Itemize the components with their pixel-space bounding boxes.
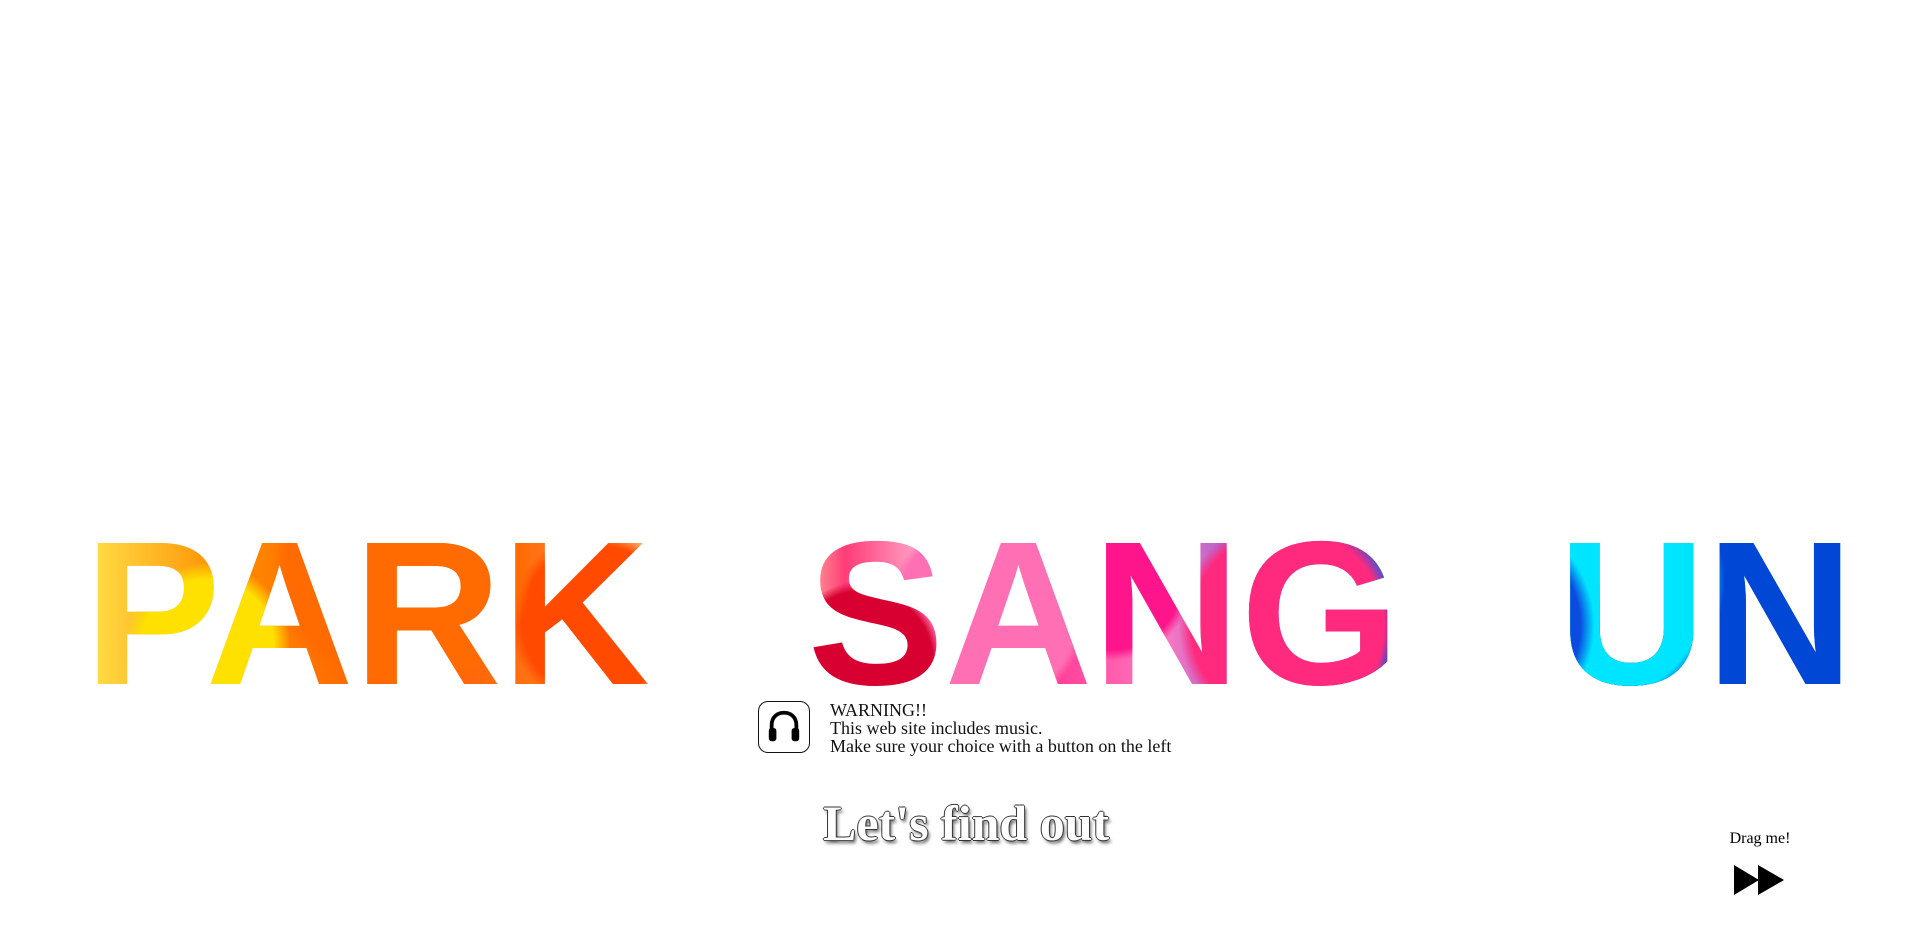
hero-title: PARK SANG UN bbox=[84, 533, 1854, 694]
hero-word-sang: SANG bbox=[807, 498, 1400, 728]
hero-word-un: UN bbox=[1557, 498, 1854, 728]
music-toggle-button[interactable] bbox=[758, 701, 810, 753]
headphones-icon bbox=[768, 710, 800, 742]
lets-find-out-button[interactable]: Let's find out bbox=[823, 793, 1109, 853]
fast-forward-icon[interactable] bbox=[1734, 863, 1786, 897]
warning-text: WARNING!! This web site includes music. … bbox=[830, 701, 1171, 755]
music-warning: WARNING!! This web site includes music. … bbox=[758, 701, 1171, 755]
warning-music-notice: This web site includes music. bbox=[830, 718, 1043, 738]
warning-choice-instruction: Make sure your choice with a button on t… bbox=[830, 736, 1172, 756]
drag-forward-control[interactable]: Drag me! bbox=[1724, 830, 1796, 897]
warning-heading: WARNING!! bbox=[830, 700, 927, 720]
drag-me-label: Drag me! bbox=[1729, 830, 1791, 847]
hero-word-park: PARK bbox=[84, 498, 650, 728]
